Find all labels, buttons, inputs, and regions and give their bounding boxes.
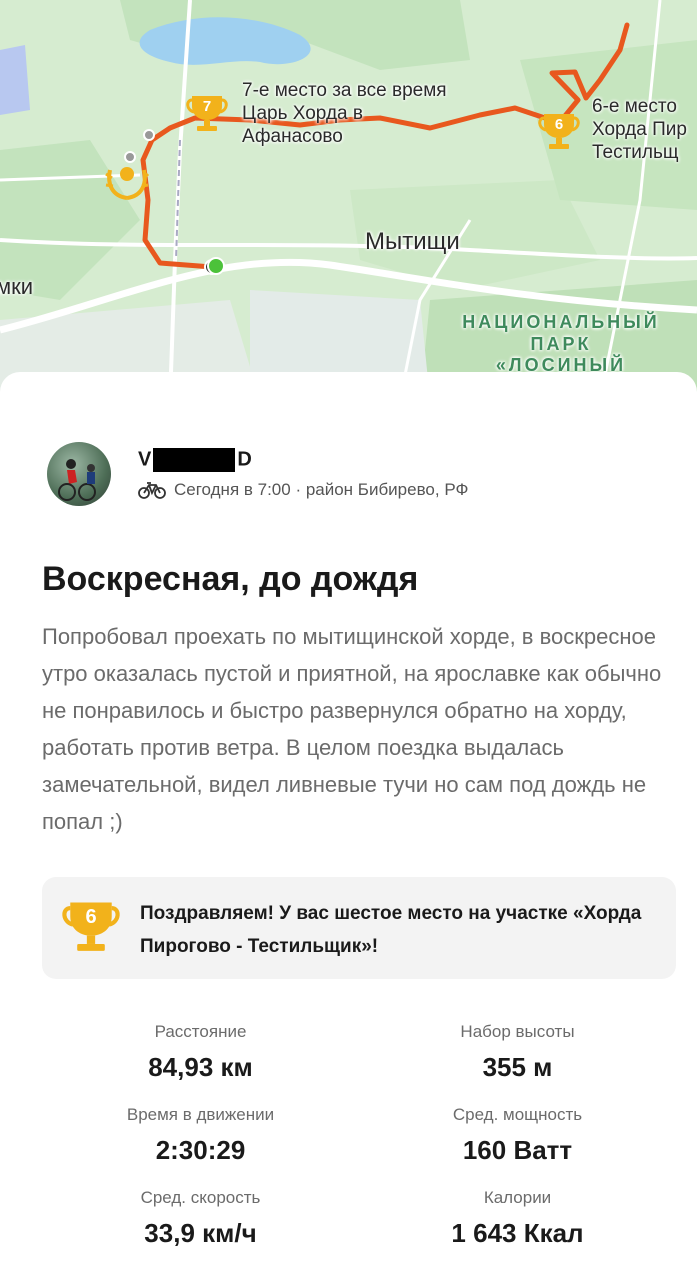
stat-value: 355 м xyxy=(482,1052,553,1082)
achievement-text: Поздравляем! У вас шестое место на участ… xyxy=(140,903,642,957)
activity-meta: Сегодня в 7:00 · район Бибирево, РФ xyxy=(138,480,468,500)
stat-label: Время в движении xyxy=(126,1105,275,1124)
stat-distance: Расстояние 84,93 км xyxy=(42,1022,359,1083)
stat-elevation-gain: Набор высоты 355 м xyxy=(359,1022,676,1083)
user-name[interactable]: VD xyxy=(138,448,252,472)
redaction-bar xyxy=(153,448,236,472)
map-city-label: Мытищи xyxy=(365,228,460,255)
stat-label: Набор высоты xyxy=(460,1022,575,1041)
stat-calories: Калории 1 643 Ккал xyxy=(359,1188,676,1249)
map-park-label: НАЦИОНАЛЬНЫЙ ПАРК «ЛОСИНЫЙ xyxy=(462,312,660,376)
stat-value: 33,9 км/ч xyxy=(144,1218,257,1248)
stat-avg-power: Сред. мощность 160 Ватт xyxy=(359,1105,676,1166)
avatar-image xyxy=(58,459,96,501)
stat-value: 84,93 км xyxy=(148,1052,253,1082)
stat-moving-time: Время в движении 2:30:29 xyxy=(42,1105,359,1166)
segment-label-rank-6[interactable]: 6-е место Хорда Пир Тестильщ xyxy=(592,96,697,164)
trophy-icon-rank-6[interactable]: 6 xyxy=(538,110,580,152)
trophy-rank-number: 6 xyxy=(554,116,564,133)
laurel-wreath-icon[interactable] xyxy=(104,158,150,204)
activity-time-location: Сегодня в 7:00 · район Бибирево, РФ xyxy=(174,480,469,499)
stat-label: Сред. мощность xyxy=(452,1105,583,1124)
trophy-rank-number: 7 xyxy=(202,98,212,115)
trophy-rank-number: 6 xyxy=(85,906,97,928)
route-map[interactable]: 7 7-е место за все время Царь Хорда в Аф… xyxy=(0,0,697,400)
stat-value: 2:30:29 xyxy=(155,1135,246,1165)
user-name-prefix: V xyxy=(138,448,152,471)
bicycle-icon xyxy=(138,482,166,499)
trophy-icon-rank-7[interactable]: 7 xyxy=(186,92,228,134)
stat-value: 1 643 Ккал xyxy=(451,1218,584,1248)
activity-description: Попробовал проехать по мытищинской хорде… xyxy=(42,624,662,834)
stat-value: 160 Ватт xyxy=(462,1135,573,1165)
map-place-label: мки xyxy=(0,274,34,299)
achievement-banner[interactable]: 6 Поздравляем! У вас шестое место на уча… xyxy=(42,877,676,979)
stat-label: Сред. скорость xyxy=(140,1188,261,1207)
trophy-icon: 6 xyxy=(62,897,120,955)
activity-card: VD Сегодня в 7:00 · район Бибирево, РФ В… xyxy=(0,372,697,1280)
user-name-suffix: D xyxy=(237,448,252,471)
stat-label: Расстояние xyxy=(154,1022,247,1041)
activity-title: Воскресная, до дождя xyxy=(42,560,419,598)
avatar[interactable] xyxy=(47,442,111,506)
stat-label: Калории xyxy=(483,1188,552,1207)
stat-avg-speed: Сред. скорость 33,9 км/ч xyxy=(42,1188,359,1249)
segment-label-rank-7[interactable]: 7-е место за все время Царь Хорда в Афан… xyxy=(242,80,447,148)
stats-grid: Расстояние 84,93 км Набор высоты 355 м В… xyxy=(42,1022,676,1249)
